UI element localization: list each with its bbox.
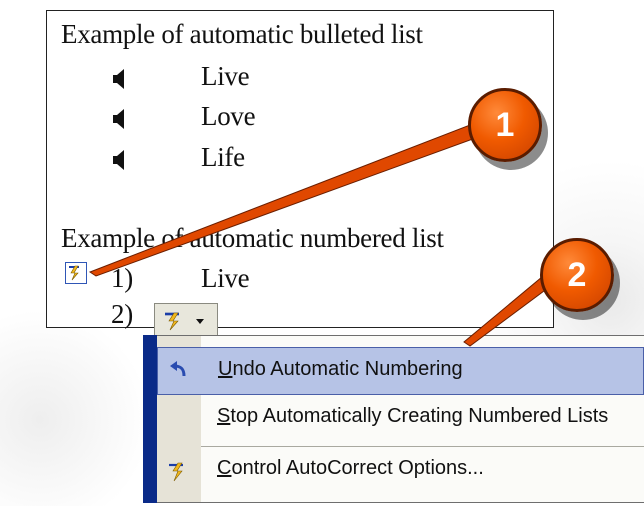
callout-badge-1: 1 — [468, 88, 542, 162]
callout-badge-2: 2 — [540, 238, 614, 312]
